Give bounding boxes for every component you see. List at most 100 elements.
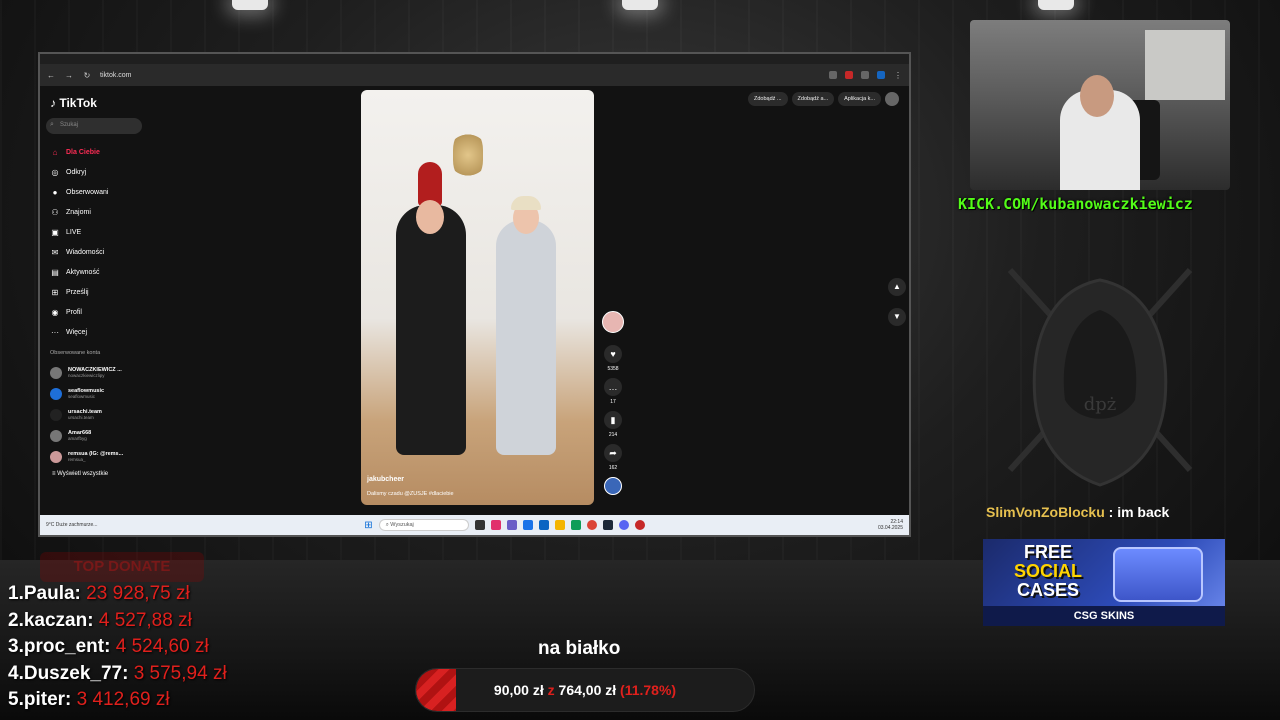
ceiling-lamp (622, 0, 658, 10)
tiktok-logo[interactable]: ♪ TikTok (50, 96, 140, 110)
windows-start-icon[interactable]: ⊞ (364, 520, 372, 531)
next-video-button[interactable]: ▼ (888, 308, 906, 326)
steam-icon[interactable] (602, 520, 613, 530)
nav-label: Obserwowani (66, 188, 109, 196)
taskbar-search[interactable]: ⌕ Wyszukaj (378, 519, 469, 531)
like-button[interactable]: ♥ 5358 (601, 345, 625, 372)
browser-tab-bar[interactable] (40, 54, 909, 64)
app-icon[interactable] (490, 520, 501, 530)
home-icon: ⌂ (52, 147, 58, 157)
share-button[interactable]: ➦ 162 (601, 444, 625, 471)
nav-item-more[interactable]: ··· Więcej (46, 322, 144, 342)
chrome-icon[interactable] (586, 520, 597, 530)
video-player[interactable]: jakubcheer Dalismy czadu @ZUSJE #dlacieb… (361, 90, 594, 505)
extension-icon[interactable] (845, 71, 853, 79)
search-input[interactable]: ⌕ Szukaj (46, 118, 142, 134)
weather-desc: Duże zachmurze... (55, 522, 98, 528)
tiktok-logo-text: TikTok (59, 96, 97, 110)
comment-count: 17 (610, 399, 616, 405)
menu-icon[interactable]: ⋮ (893, 71, 903, 80)
app-icon[interactable] (618, 520, 629, 530)
donor-rank: 1. (8, 583, 24, 604)
avatar (50, 366, 62, 379)
donor-row: 1.Paula: 23 928,75 zł (8, 583, 227, 610)
extension-icon[interactable] (829, 71, 837, 79)
stream-overlay: ← → ↻ tiktok.com ⋮ ♪ TikTok ⌕ Szukaj ⌂ Dl… (0, 0, 1280, 720)
profile-icon[interactable] (877, 71, 885, 79)
forward-icon[interactable]: → (64, 71, 74, 80)
coins-button[interactable]: Zdobądź ... (748, 92, 788, 106)
video-person (496, 220, 556, 455)
friends-icon: ⚇ (51, 207, 59, 217)
task-view-icon[interactable] (474, 520, 485, 530)
nav-item-live[interactable]: ▣ LIVE (46, 222, 144, 242)
taskbar-apps: ⊞ ⌕ Wyszukaj (226, 519, 783, 531)
show-all-link[interactable]: ≡ Wyświetl wszystkie (46, 471, 144, 477)
following-account[interactable]: ursachi.team ursachi.team (46, 404, 144, 425)
previous-video-button[interactable]: ▲ (888, 278, 906, 296)
nav-label: Prześlij (66, 288, 89, 296)
show-all-label: Wyświetl wszystkie (57, 471, 109, 477)
nav-item-for-you[interactable]: ⌂ Dla Ciebie (46, 142, 144, 162)
tiktok-page: ♪ TikTok ⌕ Szukaj ⌂ Dla Ciebie ◎ Odkryj ● O… (40, 86, 909, 516)
sponsor-headline: FREE SOCIAL CASES (993, 543, 1103, 600)
ceiling-lamp (232, 0, 268, 10)
nav-item-explore[interactable]: ◎ Odkryj (46, 162, 144, 182)
reload-icon[interactable]: ↻ (82, 71, 92, 80)
account-handle: remsua_ (68, 457, 86, 462)
donor-name: piter: (23, 689, 72, 710)
nav-item-friends[interactable]: ⚇ Znajomi (46, 202, 144, 222)
following-account[interactable]: remsua (IG: @rems... remsua_ (46, 446, 144, 467)
file-explorer-icon[interactable] (554, 520, 565, 530)
goal-target: 764,00 zł (558, 682, 617, 698)
system-tray[interactable]: 22:14 03.04.2025 (783, 519, 903, 531)
like-count: 5358 (607, 366, 619, 372)
app-icon[interactable] (570, 520, 581, 530)
goal-separator: z (547, 682, 555, 698)
save-button[interactable]: ▮ 214 (601, 411, 625, 438)
hooded-emblem-icon: dpż (1007, 267, 1193, 487)
sponsor-banner[interactable]: FREE SOCIAL CASES CSG SKINS (983, 539, 1225, 626)
app-icon[interactable] (634, 520, 645, 530)
desktop-app-button[interactable]: Aplikacja k... (838, 92, 881, 106)
following-account[interactable]: seaflowmusic seaflowmusic (46, 383, 144, 404)
get-app-button[interactable]: Zdobądź a... (791, 92, 835, 106)
video-person-head (416, 200, 444, 234)
top-donors-list: 1.Paula: 23 928,75 zł 2.kaczan: 4 527,88… (8, 583, 227, 716)
avatar (50, 429, 62, 442)
video-author[interactable]: jakubcheer (367, 476, 404, 483)
nav-item-profile[interactable]: ◉ Profil (46, 302, 144, 322)
webcam-streamer-head (1080, 75, 1114, 117)
nav-item-upload[interactable]: ⊞ Prześlij (46, 282, 144, 302)
avatar (50, 450, 62, 463)
comment-button[interactable]: … 17 (601, 378, 625, 405)
creator-avatar[interactable] (602, 311, 624, 333)
weather-widget[interactable]: 9°C Duże zachmurze... (46, 522, 166, 528)
back-icon[interactable]: ← (46, 71, 56, 80)
account-handle: seaflowmusic (68, 394, 96, 399)
donor-row: 2.kaczan: 4 527,88 zł (8, 610, 227, 637)
address-bar[interactable]: tiktok.com (100, 72, 821, 79)
app-icon[interactable] (522, 520, 533, 530)
following-account[interactable]: NOWACZKIEWICZ ... nowaczkiewiczlipy (46, 362, 144, 383)
donor-row: 5.piter: 3 412,69 zł (8, 689, 227, 716)
app-icon[interactable] (506, 520, 517, 530)
compass-icon: ◎ (51, 167, 59, 177)
bookmark-icon: ▮ (604, 411, 622, 429)
nav-label: Dla Ciebie (66, 148, 100, 156)
nav-item-activity[interactable]: ▤ Aktywność (46, 262, 144, 282)
nav-item-following[interactable]: ● Obserwowani (46, 182, 144, 202)
app-icon[interactable] (538, 520, 549, 530)
clock-date: 03.04.2025 (877, 525, 903, 531)
nav-item-messages[interactable]: ✉ Wiadomości (46, 242, 144, 262)
avatar[interactable] (885, 92, 899, 106)
following-account[interactable]: Amar668 amarfbyg (46, 425, 144, 446)
ceiling-lamp (1038, 0, 1074, 10)
music-disc[interactable] (604, 477, 622, 495)
webcam-feed (970, 20, 1230, 190)
extension-icon[interactable] (861, 71, 869, 79)
donation-goal-bar: 90,00 zł z 764,00 zł (11.78%) (415, 668, 755, 712)
video-caption: Dalismy czadu @ZUSJE #dlaciebie (367, 491, 454, 497)
donor-amount: 4 524,60 zł (115, 636, 209, 657)
donation-goal-title: na białko (538, 638, 621, 659)
